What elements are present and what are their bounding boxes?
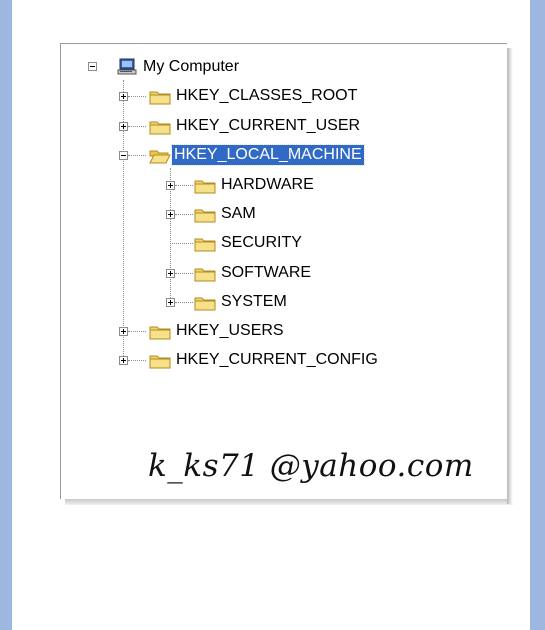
tree-label-hkey-users[interactable]: HKEY_USERS bbox=[174, 321, 286, 341]
tree-label-hkey-current-user[interactable]: HKEY_CURRENT_USER bbox=[174, 116, 362, 136]
tree-label-hkey-classes-root[interactable]: HKEY_CLASSES_ROOT bbox=[174, 86, 359, 106]
registry-tree-panel[interactable]: My Computer HKEY_CLASSES_ROOT HKEY_CURRE… bbox=[60, 43, 513, 505]
tree-connector bbox=[128, 331, 146, 332]
tree-connector bbox=[175, 185, 193, 186]
expand-toggle[interactable] bbox=[166, 210, 175, 219]
collapse-toggle[interactable] bbox=[88, 62, 97, 71]
folder-icon bbox=[149, 91, 171, 105]
folder-icon bbox=[194, 180, 216, 194]
tree-connector bbox=[128, 96, 146, 97]
folder-icon bbox=[194, 297, 216, 311]
computer-icon bbox=[117, 58, 137, 75]
tree-label-hkey-local-machine[interactable]: HKEY_LOCAL_MACHINE bbox=[171, 144, 365, 166]
registry-tree[interactable]: My Computer HKEY_CLASSES_ROOT HKEY_CURRE… bbox=[61, 44, 507, 499]
tree-connector bbox=[175, 214, 193, 215]
tree-connector bbox=[128, 126, 146, 127]
tree-label-system[interactable]: SYSTEM bbox=[219, 292, 289, 312]
tree-label-my-computer[interactable]: My Computer bbox=[141, 57, 241, 77]
author-email-watermark: k_ks71 @yahoo.com bbox=[148, 448, 474, 484]
expand-toggle[interactable] bbox=[119, 92, 128, 101]
left-background-strip bbox=[0, 0, 12, 630]
expand-toggle[interactable] bbox=[119, 356, 128, 365]
tree-connector bbox=[128, 360, 146, 361]
tree-label-hardware[interactable]: HARDWARE bbox=[219, 175, 316, 195]
folder-icon bbox=[194, 268, 216, 282]
tree-label-sam[interactable]: SAM bbox=[219, 204, 258, 224]
tree-label-hkey-current-config[interactable]: HKEY_CURRENT_CONFIG bbox=[174, 350, 380, 370]
folder-icon bbox=[149, 121, 171, 135]
folder-icon bbox=[194, 209, 216, 223]
tree-connector bbox=[175, 302, 193, 303]
expand-toggle[interactable] bbox=[166, 298, 175, 307]
folder-icon bbox=[194, 238, 216, 252]
folder-icon bbox=[149, 326, 171, 340]
expand-toggle[interactable] bbox=[166, 181, 175, 190]
collapse-toggle[interactable] bbox=[119, 151, 128, 160]
open-folder-icon bbox=[149, 150, 171, 164]
folder-icon bbox=[149, 355, 171, 369]
expand-toggle[interactable] bbox=[119, 122, 128, 131]
expand-toggle[interactable] bbox=[166, 269, 175, 278]
tree-label-software[interactable]: SOFTWARE bbox=[219, 263, 313, 283]
tree-connector bbox=[128, 155, 146, 156]
expand-toggle[interactable] bbox=[119, 327, 128, 336]
right-background-strip bbox=[530, 0, 545, 630]
tree-label-security[interactable]: SECURITY bbox=[219, 233, 304, 253]
tree-connector bbox=[175, 273, 193, 274]
tree-connector bbox=[170, 243, 193, 244]
